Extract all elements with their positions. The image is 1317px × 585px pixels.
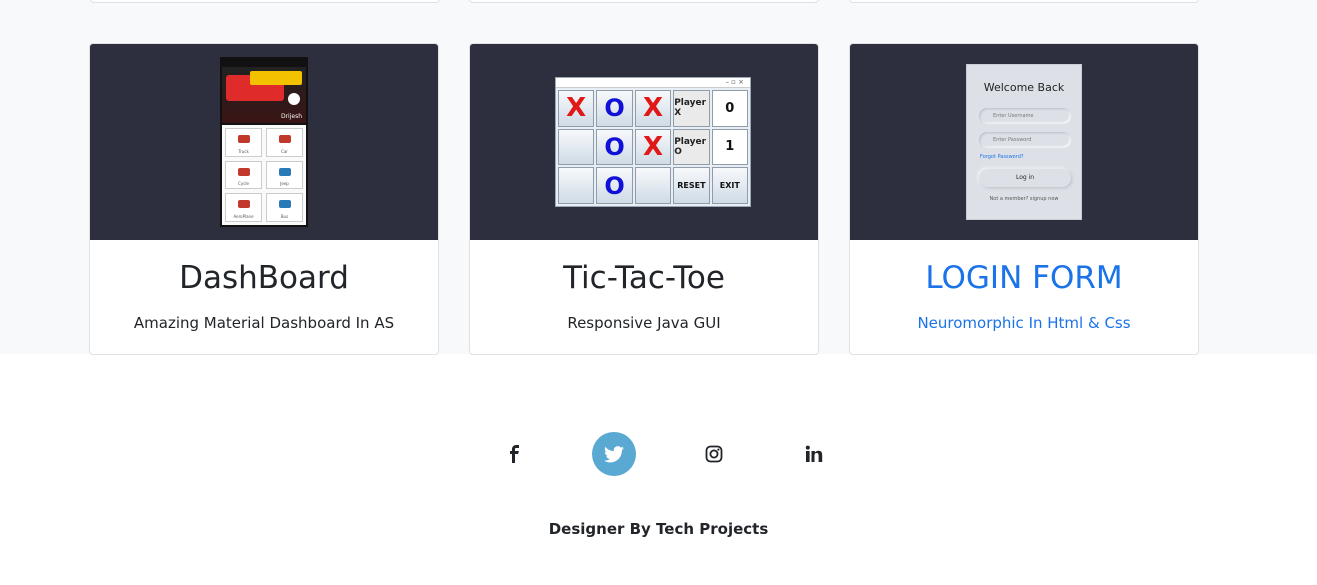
login-button: Log in xyxy=(979,169,1071,187)
footer-credit: Designer By Tech Projects xyxy=(548,520,769,538)
truck-icon xyxy=(237,135,250,143)
board-cell xyxy=(634,167,672,204)
facebook-icon xyxy=(510,445,519,463)
project-thumbnail: Drijesh Truck Car Cycle Jeep AeroPlane B… xyxy=(90,44,438,240)
player-score: 0 xyxy=(711,90,748,127)
signup-text: Not a member? signup now xyxy=(989,196,1059,202)
tic-tac-toe-grid: X O X Player X 0 O X Player O 1 O RESET … xyxy=(556,88,750,206)
app-header-image: Drijesh xyxy=(222,67,306,123)
cycle-icon xyxy=(237,167,250,176)
player-score: 1 xyxy=(711,128,748,166)
board-cell xyxy=(558,128,595,166)
project-card-dashboard[interactable]: Drijesh Truck Car Cycle Jeep AeroPlane B… xyxy=(89,43,439,355)
instagram-icon xyxy=(705,445,723,463)
password-field: Enter Password xyxy=(979,132,1071,148)
project-subtitle: Amazing Material Dashboard In AS xyxy=(133,314,395,332)
player-label: Player O xyxy=(673,128,710,166)
bus-icon xyxy=(278,200,291,209)
facebook-link[interactable] xyxy=(492,432,536,476)
tile-label: AeroPlane xyxy=(233,214,254,219)
train-image xyxy=(250,71,302,85)
tile-label: Truck xyxy=(238,148,249,154)
project-title: Tic-Tac-Toe xyxy=(563,260,725,296)
tile-label: Jeep xyxy=(280,181,289,187)
reset-button: RESET xyxy=(673,167,710,204)
tile-label: Car xyxy=(281,148,288,154)
player-label: Player X xyxy=(673,90,710,127)
board-cell: X xyxy=(558,90,595,127)
jeep-icon xyxy=(278,167,291,176)
board-cell: O xyxy=(596,167,633,204)
board-cell: X xyxy=(634,90,672,127)
exit-button: EXIT xyxy=(711,167,748,204)
project-subtitle: Responsive Java GUI xyxy=(567,314,721,332)
previous-card-edge xyxy=(90,0,440,3)
dashboard-grid: Truck Car Cycle Jeep AeroPlane Bus xyxy=(222,125,306,225)
project-thumbnail: – ▫ × X O X Player X 0 O X Player O 1 O … xyxy=(470,44,818,240)
project-card-tic-tac-toe[interactable]: – ▫ × X O X Player X 0 O X Player O 1 O … xyxy=(469,43,819,355)
linkedin-link[interactable] xyxy=(792,432,836,476)
project-title: DashBoard xyxy=(179,260,349,296)
dashboard-tile: Cycle xyxy=(225,160,262,190)
login-form-screenshot: Welcome Back Enter Username Enter Passwo… xyxy=(966,64,1082,220)
project-subtitle: Neuromorphic In Html & Css xyxy=(917,314,1131,332)
window-titlebar: – ▫ × xyxy=(556,78,750,88)
project-thumbnail: Welcome Back Enter Username Enter Passwo… xyxy=(850,44,1198,240)
previous-card-edge xyxy=(849,0,1199,3)
board-cell: O xyxy=(596,90,633,127)
login-heading: Welcome Back xyxy=(983,81,1065,94)
dashboard-tile: Car xyxy=(266,128,303,157)
linkedin-icon xyxy=(805,445,823,462)
twitter-link[interactable] xyxy=(592,432,636,476)
phone-screenshot: Drijesh Truck Car Cycle Jeep AeroPlane B… xyxy=(220,57,308,227)
previous-card-edge xyxy=(469,0,819,3)
car-icon xyxy=(278,135,291,143)
dashboard-tile: Jeep xyxy=(266,160,303,190)
board-cell: O xyxy=(596,128,633,166)
tile-label: Cycle xyxy=(238,181,249,187)
dashboard-tile: Bus xyxy=(266,193,303,222)
instagram-link[interactable] xyxy=(692,432,736,476)
aeroplane-icon xyxy=(237,200,250,209)
dashboard-tile: AeroPlane xyxy=(225,193,262,222)
board-cell: X xyxy=(634,128,672,166)
tic-tac-toe-window: – ▫ × X O X Player X 0 O X Player O 1 O … xyxy=(555,77,751,207)
tile-label: Bus xyxy=(280,214,289,219)
username-field: Enter Username xyxy=(979,108,1071,124)
project-card-login-form[interactable]: Welcome Back Enter Username Enter Passwo… xyxy=(849,43,1199,355)
projects-section: Drijesh Truck Car Cycle Jeep AeroPlane B… xyxy=(0,0,1317,355)
board-cell xyxy=(558,167,595,204)
profile-name: Drijesh xyxy=(280,113,302,120)
forgot-password-link: Forgot Password? xyxy=(980,154,1024,160)
project-title: LOGIN FORM xyxy=(925,260,1123,296)
avatar xyxy=(288,93,300,105)
dashboard-tile: Truck xyxy=(225,128,262,157)
twitter-icon xyxy=(604,445,624,462)
